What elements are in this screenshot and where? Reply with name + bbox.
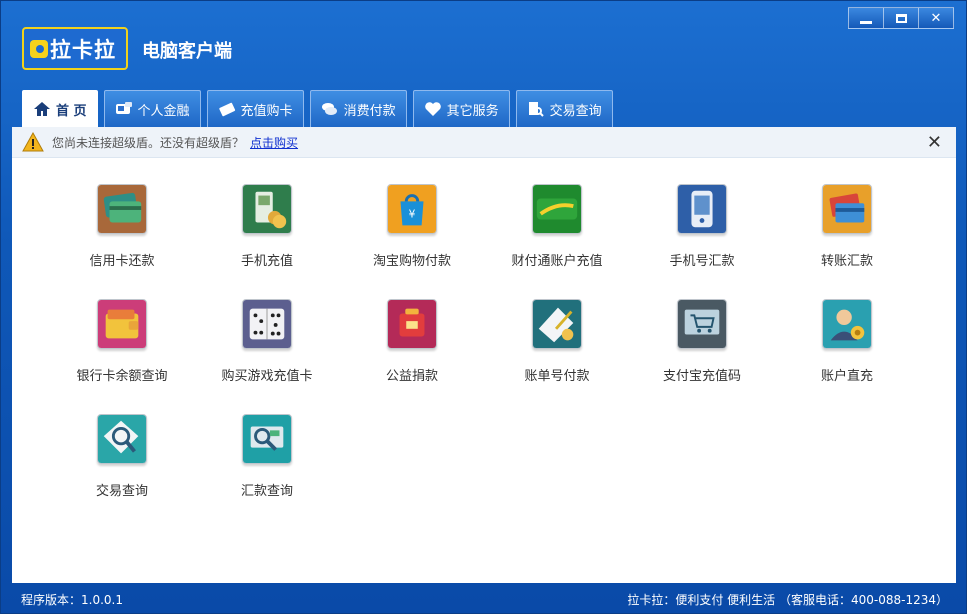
service-label: 交易查询 <box>95 484 148 499</box>
maximize-button[interactable] <box>883 7 919 29</box>
magnifier-icon <box>97 414 147 464</box>
tab-personal-finance[interactable]: 个人金融 <box>103 90 201 127</box>
home-icon <box>33 101 51 117</box>
service-mobile-topup[interactable]: 手机充值 <box>202 184 332 284</box>
service-label: 财付通账户充值 <box>511 254 603 269</box>
minimize-button[interactable] <box>848 7 884 29</box>
logo-text: 拉卡拉 <box>50 37 116 62</box>
main-tabs: 首 页 个人金融 充值购卡 消费付款 其它服务 交易查询 <box>22 90 619 127</box>
phone-transfer-icon <box>677 184 727 234</box>
bill-icon <box>532 299 582 349</box>
home-panel: 您尚未连接超级盾。还没有超级盾？ 点击购买 ✕ 信用卡还款 手机充值 ¥ 淘宝购… <box>12 127 956 583</box>
service-remittance-query[interactable]: 汇款查询 <box>202 414 332 514</box>
service-label: 支付宝充值码 <box>662 369 741 384</box>
notice-close-button[interactable]: ✕ <box>927 132 942 153</box>
tab-label: 充值购卡 <box>240 103 293 119</box>
service-label: 账单号付款 <box>524 369 590 384</box>
shopping-bag-icon: ¥ <box>387 184 437 234</box>
mobile-topup-icon <box>242 184 292 234</box>
minimize-icon <box>860 20 872 24</box>
app-window: ✕ 拉卡拉 电脑客户端 首 页 个人金融 充值购卡 消费付款 其它服务 交易查询… <box>0 0 967 614</box>
heart-icon <box>424 101 442 117</box>
dice-icon <box>242 299 292 349</box>
slogan-text: 拉卡拉：便利支付 便利生活 （客服电话：400-088-1234） <box>627 593 948 607</box>
warning-icon <box>22 132 44 152</box>
service-label: 手机充值 <box>240 254 293 269</box>
tenpay-icon <box>532 184 582 234</box>
close-button[interactable]: ✕ <box>918 7 954 29</box>
search-doc-icon <box>527 101 545 117</box>
tab-other-services[interactable]: 其它服务 <box>412 90 510 127</box>
donation-icon <box>387 299 437 349</box>
service-transaction-query[interactable]: 交易查询 <box>57 414 187 514</box>
buy-now-link[interactable]: 点击购买 <box>250 134 298 151</box>
app-title: 电脑客户端 <box>142 41 232 62</box>
remit-query-icon <box>242 414 292 464</box>
service-label: 账户直充 <box>820 369 873 384</box>
tab-transaction-query[interactable]: 交易查询 <box>515 90 613 127</box>
service-donation[interactable]: 公益捐款 <box>347 299 477 399</box>
service-balance-query[interactable]: 银行卡余额查询 <box>57 299 187 399</box>
service-taobao-payment[interactable]: ¥ 淘宝购物付款 <box>347 184 477 284</box>
service-direct-recharge[interactable]: 账户直充 <box>782 299 912 399</box>
card-reader-icon <box>115 101 133 117</box>
service-label: 信用卡还款 <box>89 254 155 269</box>
svg-text:¥: ¥ <box>409 209 416 221</box>
credit-card-icon <box>97 184 147 234</box>
tab-label: 交易查询 <box>549 103 602 119</box>
service-transfer[interactable]: 转账汇款 <box>782 184 912 284</box>
tab-home[interactable]: 首 页 <box>22 90 98 127</box>
tab-label: 消费付款 <box>343 103 396 119</box>
service-tenpay-topup[interactable]: 财付通账户充值 <box>492 184 622 284</box>
service-label: 汇款查询 <box>240 484 293 499</box>
tab-label: 个人金融 <box>137 103 190 119</box>
tab-topup[interactable]: 充值购卡 <box>206 90 304 127</box>
service-phone-transfer[interactable]: 手机号汇款 <box>637 184 767 284</box>
account-icon <box>822 299 872 349</box>
coins-icon <box>321 101 339 117</box>
service-game-card[interactable]: 购买游戏充值卡 <box>202 299 332 399</box>
service-label: 公益捐款 <box>385 369 438 384</box>
window-controls: ✕ <box>848 7 954 29</box>
service-label: 购买游戏充值卡 <box>221 369 313 384</box>
service-label: 淘宝购物付款 <box>372 254 451 269</box>
notice-text: 您尚未连接超级盾。还没有超级盾？ <box>52 135 245 150</box>
service-credit-card-repay[interactable]: 信用卡还款 <box>57 184 187 284</box>
cart-icon <box>677 299 727 349</box>
tab-label: 首 页 <box>56 103 87 119</box>
tab-payment[interactable]: 消费付款 <box>309 90 407 127</box>
logo-mark-icon <box>30 39 48 58</box>
maximize-icon <box>895 13 907 23</box>
service-label: 银行卡余额查询 <box>76 369 168 384</box>
app-logo: 拉卡拉 <box>22 27 128 70</box>
service-label: 手机号汇款 <box>669 254 735 269</box>
service-label: 转账汇款 <box>820 254 873 269</box>
transfer-icon <box>822 184 872 234</box>
service-alipay-code[interactable]: 支付宝充值码 <box>637 299 767 399</box>
status-bar: 程序版本：1.0.0.1 拉卡拉：便利支付 便利生活 （客服电话：400-088… <box>1 584 967 615</box>
security-notice: 您尚未连接超级盾。还没有超级盾？ 点击购买 ✕ <box>12 127 956 158</box>
wallet-icon <box>97 299 147 349</box>
card-icon <box>218 101 236 117</box>
tab-label: 其它服务 <box>446 103 499 119</box>
service-bill-payment[interactable]: 账单号付款 <box>492 299 622 399</box>
version-text: 程序版本：1.0.0.1 <box>21 593 123 607</box>
